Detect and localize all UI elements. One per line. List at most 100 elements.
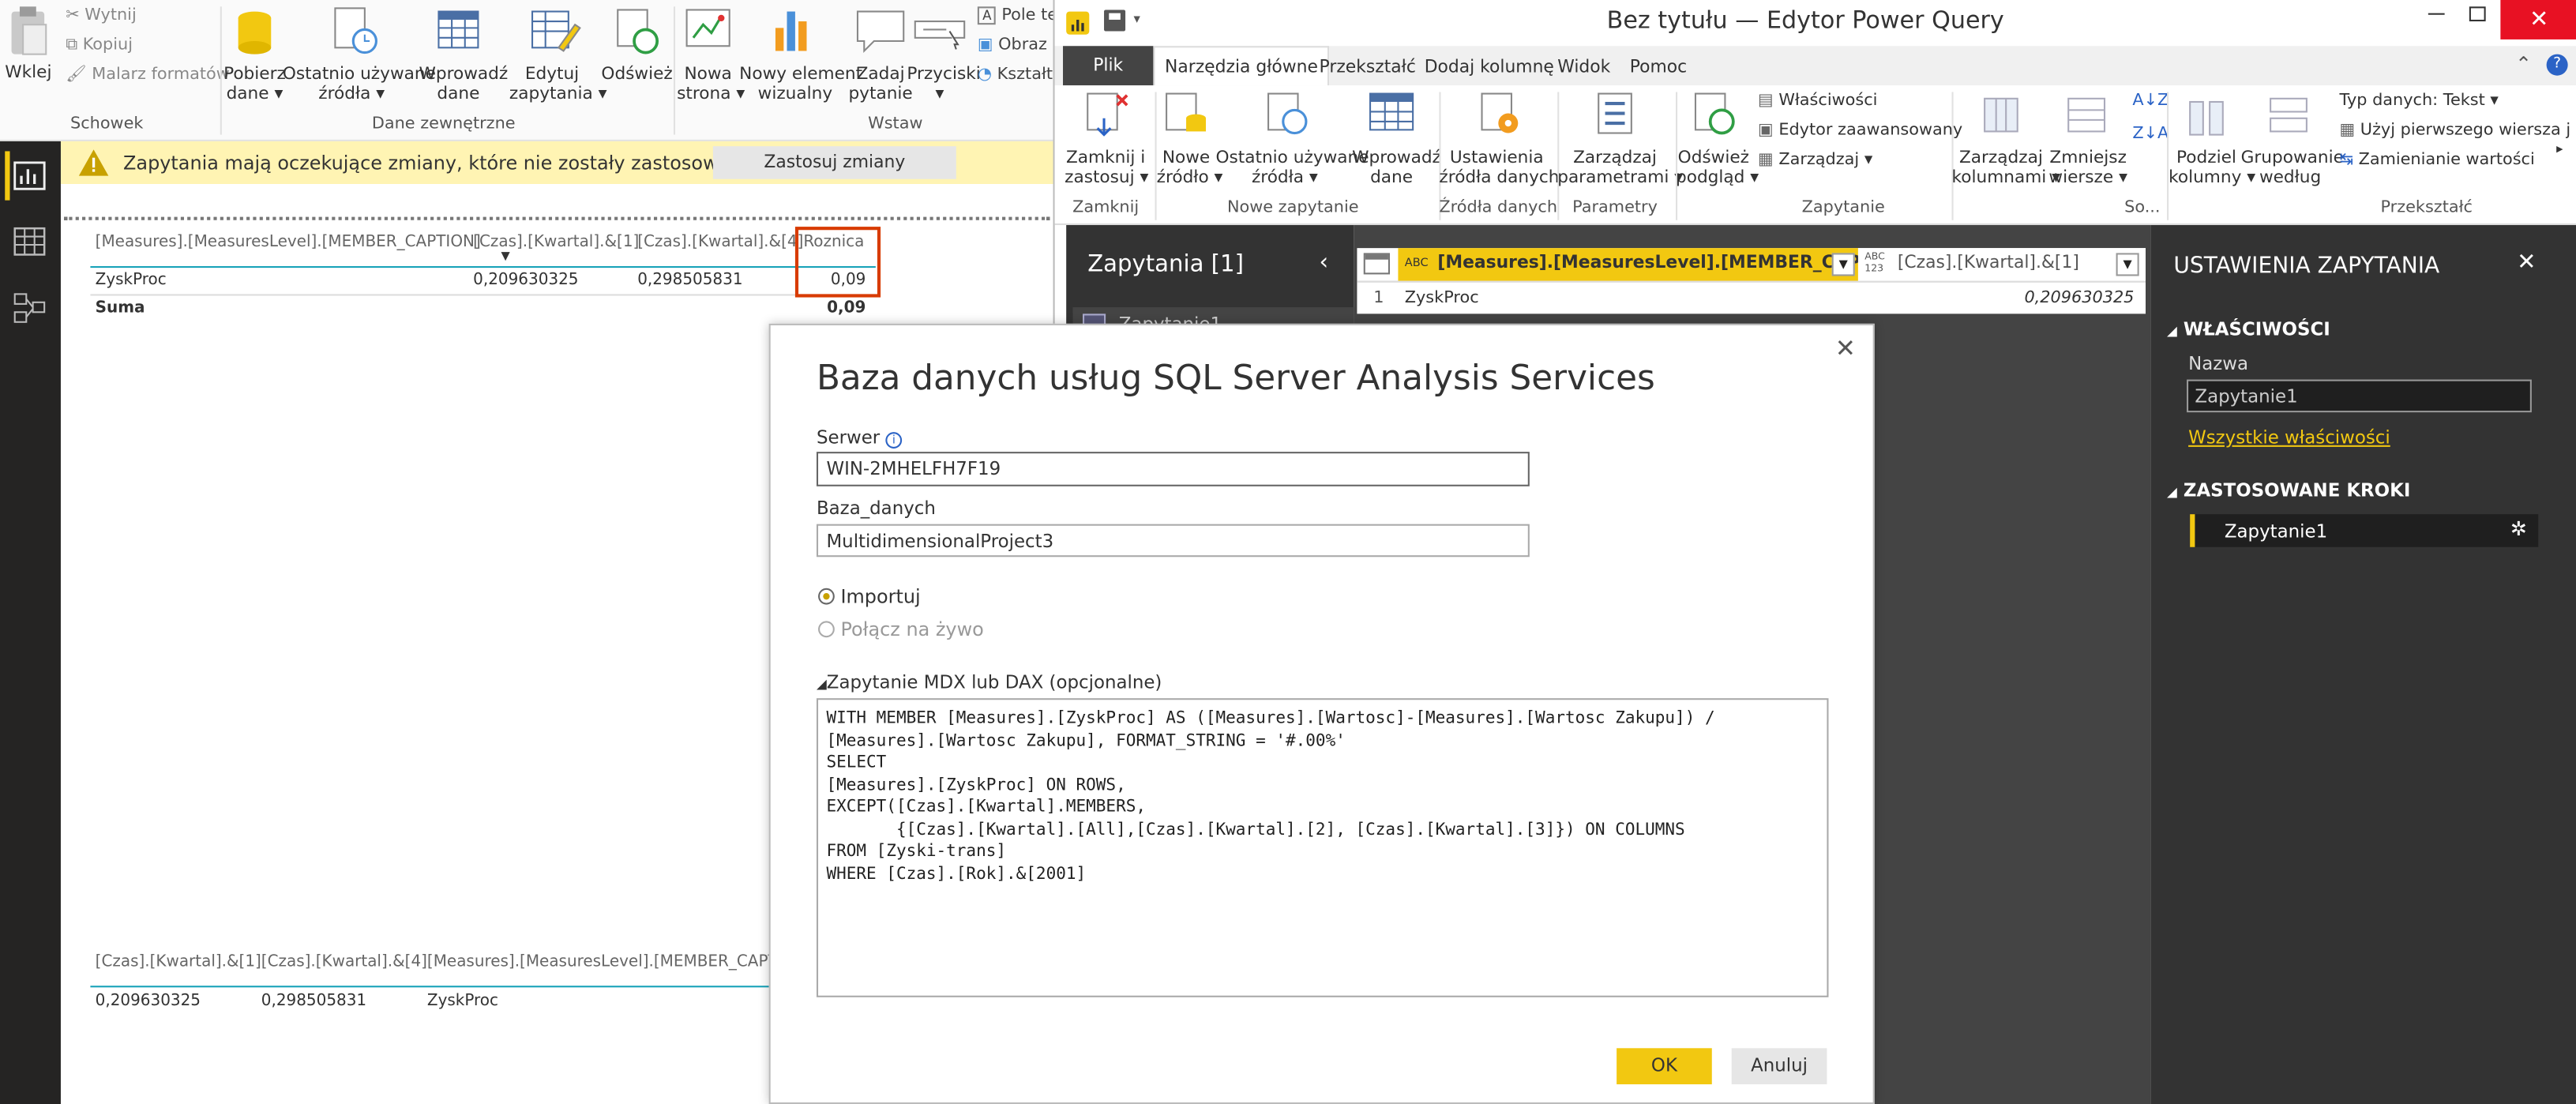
- grid-cell-1[interactable]: ZyskProc: [1405, 289, 1479, 307]
- enter-data-button[interactable]: Wprowadź dane: [419, 5, 508, 103]
- table-visual-2[interactable]: [Czas].[Kwartal].&[1] [Czas].[Kwartal].&…: [90, 946, 830, 1022]
- replace-values-button[interactable]: ↹ Zamienianie wartości: [2339, 151, 2534, 169]
- image-button[interactable]: ▣ Obraz: [978, 36, 1047, 54]
- table-menu-icon[interactable]: [1363, 253, 1391, 275]
- live-connection-radio[interactable]: Połącz na żywo: [818, 618, 984, 640]
- pq-window-title: Bez tytułu — Edytor Power Query: [1606, 8, 2004, 35]
- save-icon[interactable]: [1104, 9, 1126, 32]
- qat-dropdown-icon[interactable]: ▾: [1133, 12, 1140, 27]
- database-input[interactable]: MultidimensionalProject3: [816, 524, 1530, 558]
- tab-help[interactable]: Pomoc: [1630, 58, 1687, 77]
- any-type-icon[interactable]: ABC 123: [1864, 251, 1887, 274]
- report-view-button[interactable]: [0, 151, 61, 201]
- group-label-external: Dane zewnętrzne: [371, 115, 516, 133]
- mdx-query-textarea[interactable]: WITH MEMBER [Measures].[ZyskProc] AS ([M…: [816, 698, 1829, 997]
- server-input[interactable]: WIN-2MHELFH7F19: [816, 452, 1530, 486]
- manage-parameters-button[interactable]: Zarządzaj parametrami ▾: [1557, 88, 1683, 187]
- table1-header-q1[interactable]: [Czas].[Kwartal].&[1]: [473, 233, 639, 251]
- cut-button[interactable]: ✂ Wytnij: [66, 6, 137, 24]
- collapse-queries-pane-icon[interactable]: ‹: [1320, 250, 1329, 276]
- tab-view[interactable]: Widok: [1557, 58, 1610, 77]
- ribbon-scroll-right-icon[interactable]: ▸: [2556, 141, 2563, 156]
- properties-section[interactable]: ◢ WŁAŚCIWOŚCI: [2167, 319, 2330, 340]
- new-visual-button[interactable]: Nowy element wizualny: [739, 5, 862, 103]
- collapse-ribbon-icon[interactable]: ⌃: [2515, 53, 2532, 76]
- close-apply-button[interactable]: Zamknij i zastosuj ▾: [1065, 88, 1148, 187]
- buttons-button[interactable]: Przyciski ▾: [907, 5, 981, 103]
- data-source-settings-button[interactable]: Ustawienia źródła danych: [1439, 88, 1559, 187]
- pq-enter-data-button[interactable]: Wprowadź dane: [1352, 88, 1441, 187]
- pbi-ribbon: Wklej ✂ Wytnij ⧉ Kopiuj 🖌 Malarz formató…: [0, 0, 1057, 141]
- refresh-button[interactable]: Odśwież: [601, 5, 673, 84]
- tab-home[interactable]: Narzędzia główne: [1153, 46, 1330, 86]
- apply-changes-button[interactable]: Zastosuj zmiany: [712, 146, 956, 179]
- report-view-icon: [5, 151, 46, 201]
- format-painter-button[interactable]: 🖌 Malarz formatów: [66, 66, 230, 84]
- sort-desc-button[interactable]: Z↓A: [2132, 125, 2169, 143]
- copy-button[interactable]: ⧉ Kopiuj: [66, 36, 133, 54]
- recent-sources-button[interactable]: Ostatnio używane źródła ▾: [283, 5, 436, 103]
- applied-step[interactable]: Zapytanie1 ✲: [2190, 514, 2539, 547]
- maximize-icon[interactable]: [2469, 6, 2486, 22]
- queries-pane-title: Zapytania [1]: [1087, 251, 1244, 278]
- table-icon: [1369, 92, 1414, 131]
- applied-steps-section[interactable]: ◢ ZASTOSOWANE KROKI: [2167, 479, 2410, 501]
- column-filter-button[interactable]: ▼: [1831, 253, 1855, 276]
- textbox-button[interactable]: A Pole te: [977, 6, 1057, 25]
- data-view-button[interactable]: [0, 217, 61, 266]
- text-type-icon[interactable]: ABC: [1405, 257, 1429, 270]
- all-properties-link[interactable]: Wszystkie właściwości: [2188, 427, 2390, 449]
- properties-button[interactable]: ▤ Właściwości: [1758, 92, 1877, 111]
- table1-header-caption[interactable]: [Measures].[MeasuresLevel].[MEMBER_CAPTI…: [96, 233, 481, 251]
- cancel-button[interactable]: Anuluj: [1731, 1048, 1827, 1085]
- manage-columns-button[interactable]: Zarządzaj kolumnami ▾: [1952, 88, 2060, 187]
- data-type-dropdown[interactable]: Typ danych: Tekst ▾: [2339, 92, 2498, 111]
- advanced-editor-button[interactable]: ▣ Edytor zaawansowany: [1758, 122, 1962, 140]
- new-page-button[interactable]: Nowa strona ▾: [677, 5, 745, 103]
- close-settings-icon[interactable]: ✕: [2517, 250, 2536, 276]
- model-view-button[interactable]: [0, 283, 61, 332]
- grid-column-header-1-label: [Measures].[MeasuresLevel].[MEMBER_CAPTI…: [1437, 253, 1898, 273]
- mdx-section-toggle[interactable]: ◢Zapytanie MDX lub DAX (opcjonalne): [817, 672, 1162, 693]
- tab-transform[interactable]: Przekształć: [1320, 58, 1416, 77]
- pq-recent-sources-button[interactable]: Ostatnio używane źródła ▾: [1215, 88, 1369, 187]
- get-data-button[interactable]: Pobierz dane ▾: [223, 5, 286, 103]
- import-radio[interactable]: Importuj: [818, 585, 921, 608]
- mdx-line: EXCEPT([Czas].[Kwartal].MEMBERS,: [826, 798, 1147, 817]
- tab-add-column[interactable]: Dodaj kolumnę: [1425, 58, 1554, 77]
- sort-asc-button[interactable]: A↓Z: [2132, 92, 2169, 111]
- new-source-button[interactable]: Nowe źródło ▾: [1157, 88, 1222, 187]
- collapse-triangle-icon: ◢: [2167, 323, 2177, 339]
- split-column-button[interactable]: Podziel kolumny ▾: [2169, 88, 2255, 187]
- info-icon[interactable]: i: [885, 432, 903, 449]
- help-icon[interactable]: ?: [2546, 54, 2568, 76]
- dialog-close-button[interactable]: ✕: [1835, 333, 1856, 362]
- reduce-rows-button[interactable]: Zmniejsz wiersze ▾: [2047, 88, 2129, 187]
- tab-file[interactable]: Plik: [1063, 46, 1154, 86]
- manage-button[interactable]: ▦ Zarządzaj ▾: [1758, 151, 1872, 169]
- table2-header-q4[interactable]: [Czas].[Kwartal].&[4]: [261, 953, 427, 971]
- grid-column-header-2[interactable]: ABC 123 [Czas].[Kwartal].&[1] ▼: [1857, 248, 2146, 281]
- table2-header-caption[interactable]: [Measures].[MeasuresLevel].[MEMBER_CAPTI…: [427, 953, 794, 971]
- grid-cell-2[interactable]: 0,209630325: [1858, 289, 2134, 307]
- split-column-icon: [2189, 100, 2224, 136]
- column-filter-button[interactable]: ▼: [2116, 253, 2139, 276]
- ok-button[interactable]: OK: [1617, 1048, 1712, 1085]
- grid-header: ABC [Measures].[MeasuresLevel].[MEMBER_C…: [1357, 248, 2146, 281]
- table2-header-q1[interactable]: [Czas].[Kwartal].&[1]: [96, 953, 261, 971]
- grid-column-header-1[interactable]: ABC [Measures].[MeasuresLevel].[MEMBER_C…: [1398, 248, 1898, 281]
- minimize-icon[interactable]: [2428, 13, 2445, 15]
- paste-button[interactable]: Wklej: [5, 5, 51, 87]
- refresh-preview-button[interactable]: Odśwież podgląd ▾: [1676, 88, 1759, 187]
- query-name-input[interactable]: Zapytanie1: [2187, 379, 2532, 413]
- table-visual-1[interactable]: [Measures].[MeasuresLevel].[MEMBER_CAPTI…: [90, 227, 879, 322]
- group-by-button[interactable]: Grupowanie według: [2241, 88, 2344, 187]
- table1-total-value: 0,09: [827, 299, 866, 317]
- shapes-button[interactable]: ◔ Kształt: [978, 66, 1053, 84]
- use-first-row-button[interactable]: ▦ Użyj pierwszego wiersza j: [2339, 122, 2570, 140]
- gear-icon[interactable]: ✲: [2510, 517, 2527, 540]
- table1-header-q4[interactable]: [Czas].[Kwartal].&[4]: [637, 233, 803, 251]
- edit-queries-button[interactable]: Edytuj zapytania ▾: [509, 5, 606, 103]
- close-window-button[interactable]: ✕: [2500, 0, 2576, 39]
- ask-question-button[interactable]: Zadaj pytanie: [847, 5, 913, 103]
